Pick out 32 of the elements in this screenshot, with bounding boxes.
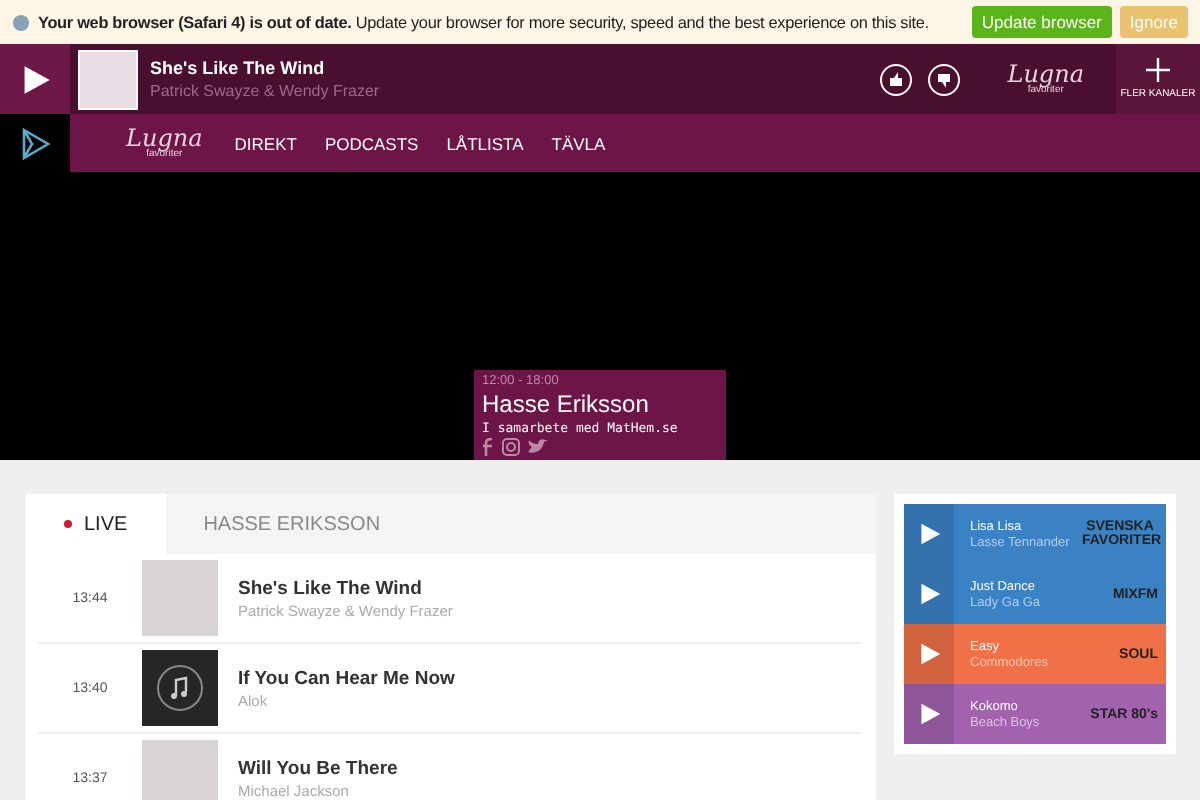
play-button[interactable] [0, 44, 70, 114]
camera-icon[interactable] [502, 438, 520, 456]
thumbs-up-icon[interactable] [879, 63, 912, 95]
plus-icon [1146, 58, 1170, 82]
nav-link[interactable]: DIREKT [234, 133, 297, 153]
play-icon [917, 522, 941, 546]
track-artist: Patrick Swayze & Wendy Frazer [150, 82, 382, 100]
album-cover-placeholder [142, 560, 218, 636]
music-note-cover [142, 650, 218, 726]
play-icon [917, 642, 941, 666]
play-icon [19, 63, 51, 95]
tab[interactable]: LIVE [26, 494, 166, 554]
facebook-icon[interactable] [482, 438, 494, 456]
song-title: If You Can Hear Me Now [238, 667, 455, 689]
nav-link[interactable]: LÅTLISTA [446, 133, 524, 153]
song-title: Will You Be There [238, 757, 398, 779]
outdated-browser-message: Your web browser (Safari 4) is out of date. Update your browser for more security, speed and the best experience on this site. [38, 13, 931, 31]
play-button[interactable] [904, 504, 954, 564]
play-logo-icon[interactable] [17, 125, 53, 161]
nav-link[interactable]: TÄVLA [551, 133, 606, 153]
play-icon [917, 702, 941, 726]
show-host: Hasse Eriksson [482, 390, 651, 418]
song-title: She's Like The Wind [238, 577, 424, 599]
play-button[interactable] [904, 684, 954, 744]
album-cover-placeholder [78, 50, 138, 110]
nav-link[interactable]: PODCASTS [324, 133, 419, 153]
globe-icon [12, 13, 30, 31]
play-button[interactable] [904, 564, 954, 624]
play-icon [917, 582, 941, 606]
track-title: She's Like The Wind [150, 58, 327, 78]
album-cover-placeholder [142, 740, 218, 800]
bird-icon[interactable] [528, 438, 548, 456]
